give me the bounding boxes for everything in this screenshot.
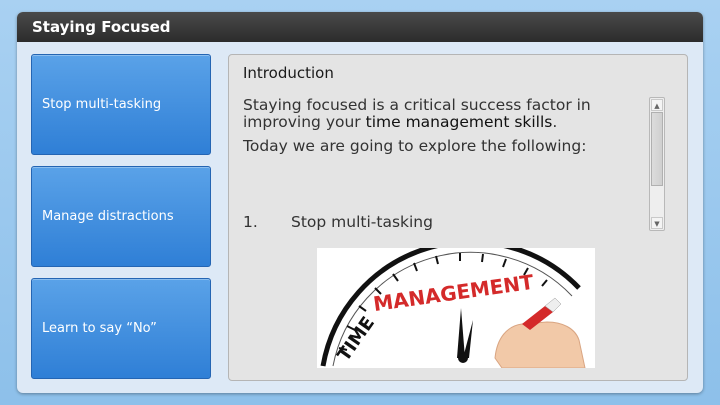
scroll-down-arrow-icon[interactable]: ▼ [651,217,663,229]
image-word-management: MANAGEMENT [372,270,536,316]
nav-button-label: Stop multi-tasking [42,97,162,112]
intro-emphasis: time management skills [365,113,553,131]
content-panel: Introduction Staying focused is a critic… [228,54,688,381]
nav-button-label: Learn to say “No” [42,321,157,336]
content-body: Staying focused is a critical success fa… [243,97,643,162]
scroll-thumb[interactable] [651,112,663,186]
explore-paragraph: Today we are going to explore the follow… [243,137,587,155]
content-scrollbar[interactable]: ▲ ▼ [649,97,665,231]
time-management-image: TIME MANAGEMENT [317,239,595,369]
list-item: 1. Stop multi-tasking [243,213,433,231]
window-title: Staying Focused [17,12,703,42]
nav-button-learn-to-say-no[interactable]: Learn to say “No” [31,278,211,379]
nav-button-stop-multitasking[interactable]: Stop multi-tasking [31,54,211,155]
list-item-number: 1. [243,213,258,231]
app-window: Staying Focused Stop multi-tasking Manag… [17,12,703,393]
intro-paragraph: Staying focused is a critical success fa… [243,97,643,131]
list-item-text: Stop multi-tasking [291,213,433,231]
nav-button-manage-distractions[interactable]: Manage distractions [31,166,211,267]
clock-hour-hand-icon [457,308,465,358]
intro-end: . [552,113,558,131]
nav-button-label: Manage distractions [42,209,174,224]
clock-hand-illustration: TIME MANAGEMENT [320,239,586,369]
clock-center-icon [458,353,468,363]
content-heading: Introduction [243,64,334,82]
scroll-up-arrow-icon[interactable]: ▲ [651,99,663,111]
hand-icon [494,321,586,369]
